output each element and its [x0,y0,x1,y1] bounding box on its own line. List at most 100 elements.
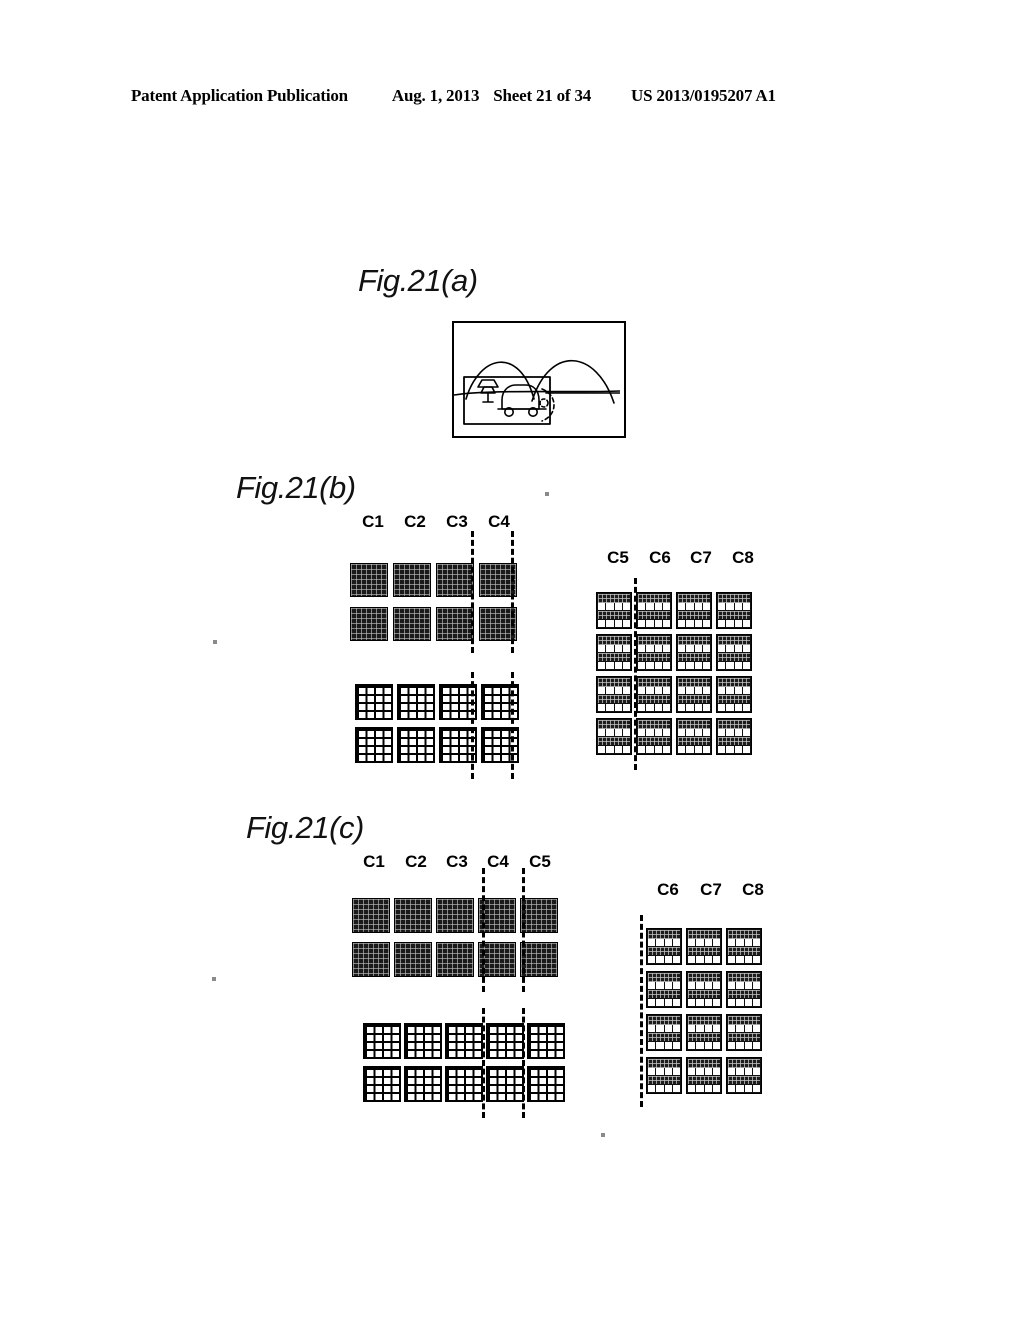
column-label-c3: C3 [446,852,468,871]
figure-b-left-dash-2-bottom [511,672,514,779]
figure-b-right-dash-1 [634,578,637,770]
figure-c-left-column-headers: C1 C2 C3 C4 C5 [353,852,563,872]
dense-block [436,898,474,933]
dense-block [394,942,432,977]
dense-block [436,607,474,641]
dense-block [352,898,390,933]
banded-block [646,1057,682,1094]
page-header: Patent Application Publication Aug. 1, 2… [131,86,893,106]
coarse-block [355,727,393,763]
banded-block [596,676,632,713]
banded-block [676,592,712,629]
dense-block [436,942,474,977]
coarse-block [527,1023,565,1059]
figure-b-right-column-headers: C5 C6 C7 C8 [596,548,764,568]
column-label-c3: C3 [446,512,468,531]
scan-speck [545,492,549,496]
coarse-block [363,1023,401,1059]
dense-block [393,563,431,597]
banded-block [686,928,722,965]
column-label-c5: C5 [529,852,551,871]
header-date: Aug. 1, 2013 [391,86,480,105]
figure-c-left-coarse-block-grid [363,1023,569,1107]
column-label-c5: C5 [607,548,629,567]
figure-c-left-dense-block-grid [352,898,560,978]
dense-block [520,942,558,977]
scan-speck [212,977,216,981]
banded-block [716,592,752,629]
dense-block [352,942,390,977]
banded-block [686,1014,722,1051]
figure-b-left-coarse-block-grid [355,684,521,768]
header-publication: Patent Application Publication [131,86,348,105]
banded-block [636,676,672,713]
banded-block [686,971,722,1008]
banded-block [726,971,762,1008]
dense-block [394,898,432,933]
coarse-block [397,727,435,763]
column-label-c2: C2 [404,512,426,531]
figure-c-left-dash-2-bottom [522,1008,525,1118]
column-label-c1: C1 [363,852,385,871]
figure-c-left-dash-1-bottom [482,1008,485,1118]
column-label-c7: C7 [690,548,712,567]
banded-block [676,634,712,671]
coarse-block [404,1023,442,1059]
dense-block [520,898,558,933]
header-patent-number: US 2013/0195207 A1 [631,86,776,105]
figure-b-left-dense-block-grid [350,563,517,641]
header-sheet-number: Sheet 21 of 34 [493,86,592,105]
banded-block [726,1014,762,1051]
column-label-c1: C1 [362,512,384,531]
figure-b-left-dash-2-top [511,531,514,653]
banded-block [676,718,712,755]
figure-a-scene [452,321,626,438]
banded-block [686,1057,722,1094]
coarse-block [363,1066,401,1102]
column-label-c7: C7 [700,880,722,899]
figure-c-right-banded-block-grid [646,928,762,1096]
figure-c-caption: Fig.21(c) [246,810,364,845]
banded-block [636,592,672,629]
coarse-block [445,1023,483,1059]
dense-block [350,563,388,597]
coarse-block [445,1066,483,1102]
column-label-c4: C4 [488,512,510,531]
column-label-c8: C8 [742,880,764,899]
banded-block [716,718,752,755]
hill-right-icon [531,360,615,404]
coarse-block [486,1023,524,1059]
figure-c-right-dash-1 [640,915,643,1107]
dense-block [393,607,431,641]
banded-block [676,676,712,713]
banded-block [646,928,682,965]
banded-block [716,676,752,713]
banded-block [596,718,632,755]
column-label-c6: C6 [649,548,671,567]
banded-block [646,1014,682,1051]
coarse-block [397,684,435,720]
scan-speck [601,1133,605,1137]
figure-c-left-dash-2-top [522,868,525,992]
figure-b-left-column-headers: C1 C2 C3 C4 [352,512,522,532]
figure-b-left-dash-1-bottom [471,672,474,779]
column-label-c2: C2 [405,852,427,871]
banded-block [726,1057,762,1094]
scene-drawing [454,360,620,425]
figure-c-right-column-headers: C6 C7 C8 [646,880,774,900]
dashed-circle-icon [539,398,549,408]
coarse-block [355,684,393,720]
coarse-block [404,1066,442,1102]
dense-block [436,563,474,597]
figure-a-caption: Fig.21(a) [358,263,478,298]
banded-block [726,928,762,965]
banded-block [646,971,682,1008]
figure-b-caption: Fig.21(b) [236,470,356,505]
banded-block [636,718,672,755]
column-label-c6: C6 [657,880,679,899]
coarse-block [527,1066,565,1102]
column-label-c8: C8 [732,548,754,567]
banded-block [636,634,672,671]
banded-block [596,592,632,629]
banded-block [716,634,752,671]
